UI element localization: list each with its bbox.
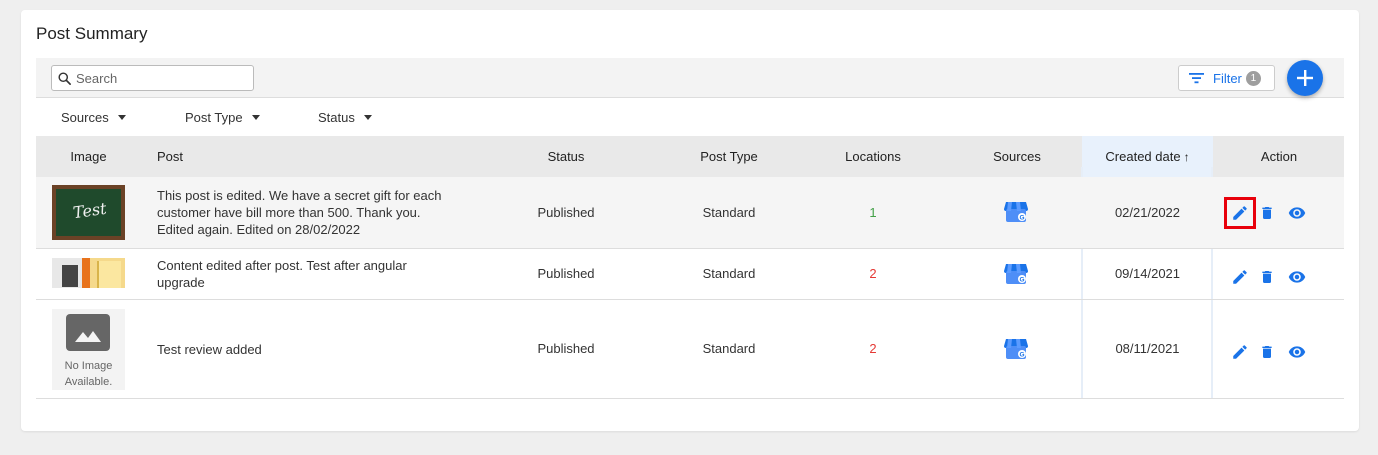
calculator-image — [52, 258, 82, 288]
table-row: Content edited after post. Test after an… — [36, 249, 1344, 300]
search-box[interactable] — [51, 65, 254, 91]
locations-count[interactable]: 2 — [823, 266, 923, 281]
header-locations[interactable]: Locations — [823, 136, 923, 177]
plus-icon — [1297, 70, 1313, 86]
pencil-icon — [1233, 345, 1247, 359]
post-text-line: This post is edited. We have a secret gi… — [157, 188, 442, 203]
post-type-value: Standard — [702, 266, 756, 281]
image-placeholder-icon — [66, 314, 110, 351]
header-action: Action — [1260, 149, 1298, 164]
eye-icon — [1288, 207, 1306, 219]
chalkboard-image: Test — [56, 189, 121, 236]
view-button[interactable] — [1278, 197, 1316, 229]
thumbnail-text: Test — [71, 198, 108, 223]
no-image-line: No Image — [64, 360, 113, 372]
view-button[interactable] — [1278, 336, 1316, 368]
google-my-business-icon: G — [1003, 262, 1029, 291]
status-value: Published — [537, 205, 595, 220]
trash-icon — [1262, 207, 1272, 219]
post-type-value: Standard — [702, 205, 756, 220]
eye-icon — [1288, 271, 1306, 283]
page-title: Post Summary — [36, 24, 148, 43]
header-image: Image — [70, 149, 107, 164]
created-date-value: 09/14/2021 — [1114, 266, 1181, 281]
trash-icon — [1262, 346, 1272, 358]
post-text-line: Content edited after post. Test after an… — [157, 258, 407, 273]
search-icon — [58, 72, 71, 85]
filters-row: Sources Post Type Status — [36, 99, 1344, 136]
header-post: Post — [157, 149, 184, 164]
locations-count[interactable]: 2 — [823, 341, 923, 356]
delete-button[interactable] — [1256, 336, 1278, 368]
delete-button[interactable] — [1256, 197, 1278, 229]
filter-list-icon — [1189, 73, 1204, 84]
row-actions — [1224, 261, 1316, 293]
svg-text:G: G — [1019, 214, 1024, 221]
status-dropdown-label: Status — [318, 110, 355, 125]
filter-count-badge: 1 — [1245, 70, 1261, 86]
svg-text:G: G — [1019, 276, 1024, 283]
search-input[interactable] — [76, 69, 246, 87]
created-date-value: 08/11/2021 — [1115, 341, 1180, 356]
google-my-business-icon: G — [1003, 200, 1029, 229]
caret-down-icon — [251, 115, 260, 120]
locations-count[interactable]: 1 — [823, 205, 923, 220]
post-text-line: customer have bill more than 500. Thank … — [157, 205, 421, 220]
edit-button[interactable] — [1224, 336, 1256, 368]
google-my-business-icon: G — [1003, 337, 1029, 366]
trash-icon — [1262, 271, 1272, 283]
caret-down-icon — [117, 115, 126, 120]
view-button[interactable] — [1278, 261, 1316, 293]
status-value: Published — [537, 266, 595, 281]
table-row: No Image Available. Test review added Pu… — [36, 300, 1344, 399]
row-actions — [1224, 336, 1316, 368]
no-image-line: Available. — [64, 376, 113, 388]
no-image-text: No Image Available. — [52, 358, 125, 390]
eye-icon — [1288, 346, 1306, 358]
header-status[interactable]: Status — [516, 136, 616, 177]
post-text: Content edited after post. Test after an… — [157, 257, 457, 291]
header-post-type[interactable]: Post Type — [679, 136, 779, 177]
post-text: Test review added — [157, 341, 457, 358]
row-actions — [1224, 197, 1316, 229]
post-type-dropdown[interactable]: Post Type — [185, 110, 260, 125]
header-created-date-label: Created date — [1105, 149, 1181, 164]
created-date-value: 02/21/2022 — [1114, 205, 1181, 220]
table-row: Test This post is edited. We have a secr… — [36, 177, 1344, 249]
post-thumbnail[interactable] — [52, 258, 125, 288]
post-text: This post is edited. We have a secret gi… — [157, 187, 457, 238]
pencil-icon — [1233, 270, 1247, 284]
svg-text:G: G — [1019, 351, 1024, 358]
sources-dropdown-label: Sources — [61, 110, 109, 125]
no-image-placeholder: No Image Available. — [52, 309, 125, 390]
post-text-line: upgrade — [157, 275, 205, 290]
delete-button[interactable] — [1256, 261, 1278, 293]
sort-ascending-icon: ↑ — [1183, 150, 1190, 164]
caret-down-icon — [363, 115, 372, 120]
add-post-button[interactable] — [1287, 60, 1323, 96]
post-type-dropdown-label: Post Type — [185, 110, 243, 125]
filter-button[interactable]: Filter 1 — [1178, 65, 1275, 91]
sources-dropdown[interactable]: Sources — [61, 110, 126, 125]
header-sources: Sources — [993, 149, 1041, 164]
post-type-value: Standard — [702, 341, 756, 356]
edit-button[interactable] — [1224, 261, 1256, 293]
toolbar: Filter 1 — [36, 58, 1344, 98]
post-text-line: Edited again. Edited on 28/02/2022 — [157, 222, 361, 237]
post-text-line: Test review added — [157, 342, 262, 357]
status-dropdown[interactable]: Status — [318, 110, 372, 125]
status-value: Published — [537, 341, 595, 356]
post-thumbnail[interactable]: Test — [52, 185, 125, 240]
filter-label: Filter — [1213, 70, 1242, 86]
pencil-icon — [1233, 206, 1247, 220]
edit-button[interactable] — [1224, 197, 1256, 229]
table-header: Image Post Status Post Type Locations So… — [36, 136, 1344, 177]
header-created-date[interactable]: Created date ↑ — [1082, 136, 1213, 177]
